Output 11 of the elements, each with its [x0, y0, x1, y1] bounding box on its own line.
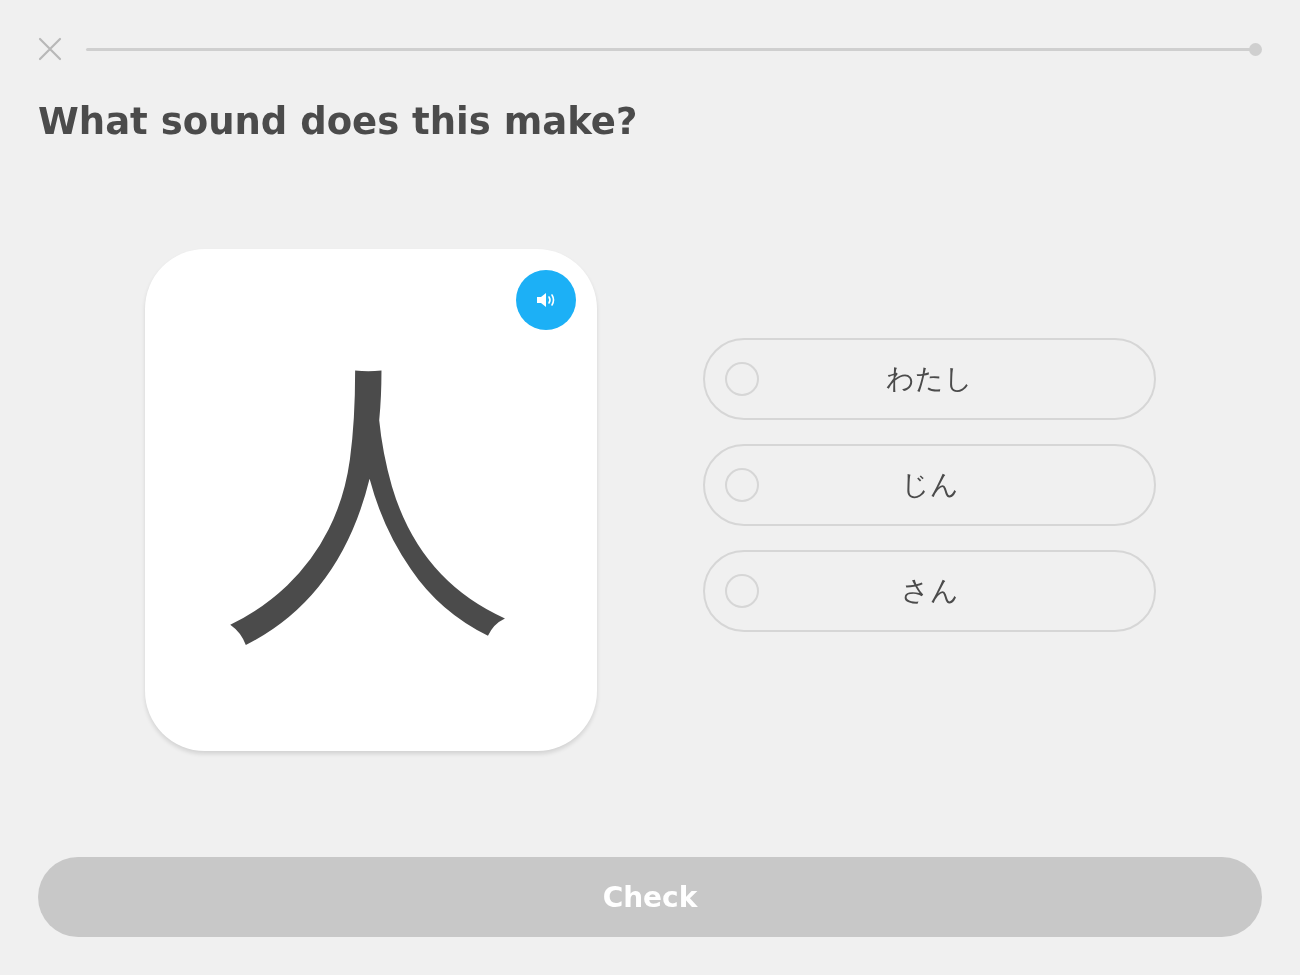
- speaker-button[interactable]: [516, 270, 576, 330]
- speaker-icon: [536, 292, 556, 308]
- answer-option[interactable]: さん: [703, 550, 1156, 632]
- kanji-character: 人: [226, 355, 516, 645]
- answer-option[interactable]: わたし: [703, 338, 1156, 420]
- radio-icon: [725, 574, 759, 608]
- radio-icon: [725, 362, 759, 396]
- question-title: What sound does this make?: [38, 100, 639, 143]
- radio-icon: [725, 468, 759, 502]
- close-icon[interactable]: [38, 37, 62, 61]
- answer-option[interactable]: じん: [703, 444, 1156, 526]
